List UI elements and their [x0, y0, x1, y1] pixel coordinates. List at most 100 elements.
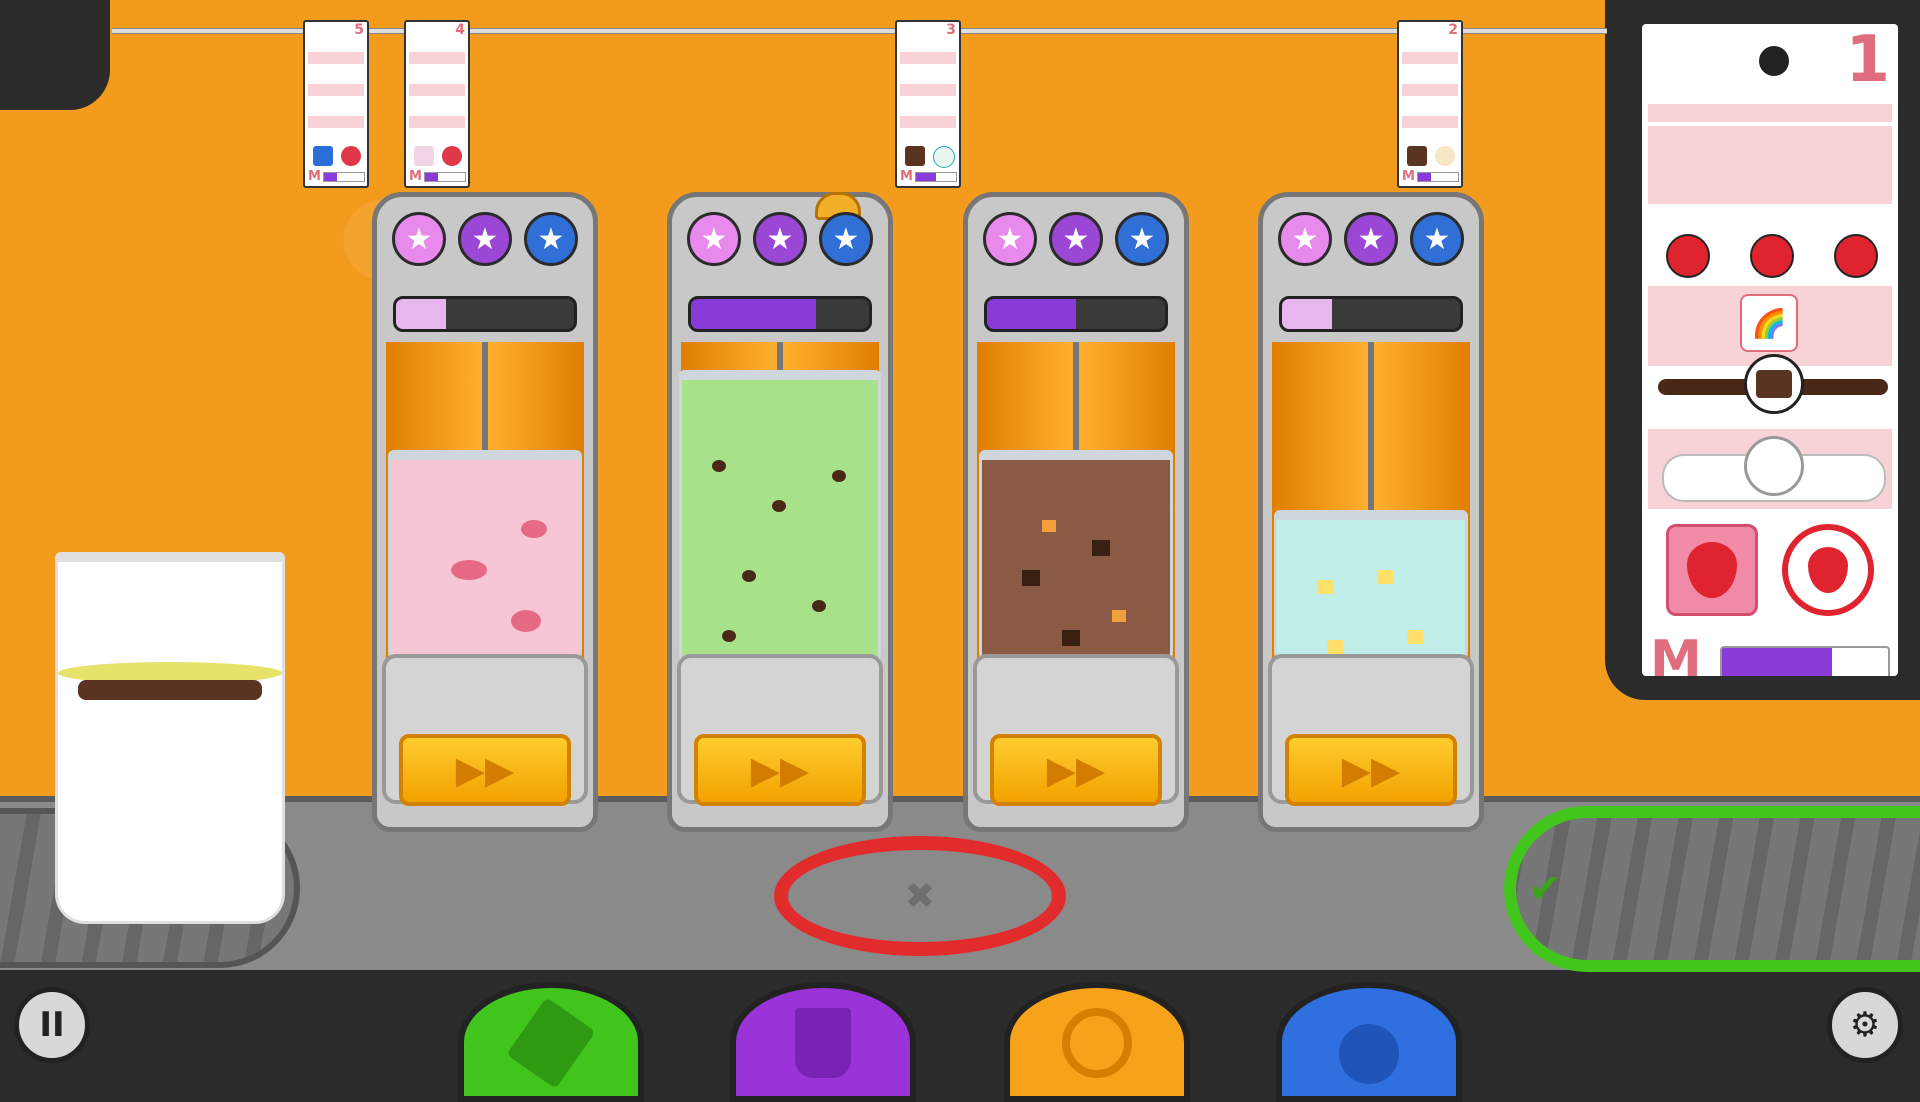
- ticket-band: [1648, 104, 1892, 122]
- blender-1[interactable]: ★ ★ ★ ▶▶: [372, 192, 598, 832]
- ticket-number: 5: [354, 22, 364, 38]
- blend-gauge-fill: [691, 299, 816, 329]
- hanging-ticket[interactable]: 4 M: [404, 20, 470, 188]
- cherry-icon: [1339, 1024, 1399, 1084]
- star-icon: ★: [1115, 212, 1169, 266]
- star-icon: ★: [1410, 212, 1464, 266]
- strawberry-icon: [341, 146, 361, 166]
- size-meter-fill: [1418, 173, 1432, 181]
- tab-order[interactable]: [458, 982, 644, 1102]
- fast-forward-button[interactable]: ▶▶: [990, 734, 1162, 806]
- size-letter: M: [409, 169, 422, 184]
- game-screen: 5 M 4 M 3 M 2 M 1 🌈 M ★ ★ ★ ▶▶ ★ ★ ★ ▶▶ …: [0, 0, 1920, 1102]
- size-letter: M: [900, 169, 913, 184]
- pineapple-chunk: [1317, 580, 1333, 594]
- cookie-chunk: [812, 600, 826, 612]
- cookie-chunk: [722, 630, 736, 642]
- size-meter: [424, 172, 466, 182]
- accept-conveyor[interactable]: ✔: [1504, 806, 1920, 972]
- brownie-icon: [905, 146, 925, 166]
- hanging-ticket[interactable]: 3 M: [895, 20, 961, 188]
- brownie-chunk: [1022, 570, 1040, 586]
- cherry-icon: [1750, 234, 1794, 278]
- star-icon: ★: [458, 212, 512, 266]
- blender-4[interactable]: ★ ★ ★ ▶▶: [1258, 192, 1484, 832]
- rainbow-sprinkles-icon: 🌈: [1740, 294, 1798, 352]
- close-icon: ✖: [904, 875, 936, 917]
- fast-forward-button[interactable]: ▶▶: [694, 734, 866, 806]
- ticket-band: [1648, 126, 1892, 204]
- cookie-chunk: [832, 470, 846, 482]
- pause-button[interactable]: II: [14, 987, 90, 1063]
- pineapple-chunk: [1407, 630, 1423, 644]
- tab-build[interactable]: [730, 982, 916, 1102]
- cookie-chunk: [772, 500, 786, 512]
- fast-forward-button[interactable]: ▶▶: [399, 734, 571, 806]
- size-meter: [915, 172, 957, 182]
- star-icon: ★: [819, 212, 873, 266]
- brownie-chunk: [1062, 630, 1080, 646]
- star-icon: ★: [392, 212, 446, 266]
- ticket-number: 1: [1845, 23, 1890, 97]
- finished-cup[interactable]: [55, 552, 285, 924]
- blend-gauge: [1279, 296, 1463, 332]
- chocolate-bar-icon: [1756, 370, 1792, 398]
- cookie-chunk: [712, 460, 726, 472]
- ticket-hole: [1759, 46, 1789, 76]
- strawberry-shape: [1687, 542, 1737, 598]
- mint-icon: [933, 146, 955, 168]
- star-icon: ★: [983, 212, 1037, 266]
- strawberry-shape: [1808, 547, 1848, 593]
- blend-gauge-fill: [396, 299, 446, 329]
- cherry-icon: [1666, 234, 1710, 278]
- fast-forward-button[interactable]: ▶▶: [1285, 734, 1457, 806]
- settings-button[interactable]: ⚙: [1827, 987, 1903, 1063]
- size-letter: M: [1650, 630, 1702, 680]
- swirl-icon: [1062, 1008, 1132, 1078]
- blend-gauge: [984, 296, 1168, 332]
- size-meter-fill: [916, 173, 936, 181]
- star-icon: ★: [753, 212, 807, 266]
- hanging-ticket[interactable]: 5 M: [303, 20, 369, 188]
- ice-cream-icon: [1435, 146, 1455, 166]
- blend-gauge: [688, 296, 872, 332]
- active-ticket[interactable]: 1 🌈 M: [1638, 20, 1902, 680]
- hanging-ticket[interactable]: 2 M: [1397, 20, 1463, 188]
- mixable-icon: [313, 146, 333, 166]
- brownie-chunk: [1092, 540, 1110, 556]
- blender-2[interactable]: ★ ★ ★ ▶▶: [667, 192, 893, 832]
- size-letter: M: [1402, 169, 1415, 184]
- brownie-layer: [78, 680, 262, 700]
- star-icon: ★: [1344, 212, 1398, 266]
- bottom-bar: [0, 970, 1920, 1080]
- top-left-frame: [0, 0, 110, 110]
- star-icon: ★: [1278, 212, 1332, 266]
- size-meter: [1417, 172, 1459, 182]
- strawberry-icon: [442, 146, 462, 166]
- strawberry-slice-icon: [1782, 524, 1874, 616]
- pineapple-chunk: [1327, 640, 1343, 654]
- ticket-number: 4: [455, 22, 465, 38]
- size-meter-fill: [324, 173, 338, 181]
- tab-mix[interactable]: [1004, 982, 1190, 1102]
- strawberry-piece: [521, 520, 547, 538]
- blend-gauge-fill: [987, 299, 1076, 329]
- caramel-chunk: [1112, 610, 1126, 622]
- strawberry-icon: [1666, 524, 1758, 616]
- star-icon: ★: [524, 212, 578, 266]
- size-meter-fill: [1722, 648, 1832, 676]
- caramel-chunk: [1042, 520, 1056, 532]
- brownie-icon: [1407, 146, 1427, 166]
- strawberry-piece: [511, 610, 541, 632]
- star-icon: ★: [1049, 212, 1103, 266]
- tab-top[interactable]: [1276, 982, 1462, 1102]
- ticket-number: 3: [946, 22, 956, 38]
- blender-3[interactable]: ★ ★ ★ ▶▶: [963, 192, 1189, 832]
- whipped-cream-badge: [1744, 436, 1804, 496]
- strawberry-piece: [451, 560, 487, 580]
- cookie-chunk: [742, 570, 756, 582]
- trash-target[interactable]: ✖: [774, 836, 1066, 956]
- star-icon: ★: [687, 212, 741, 266]
- cup-icon: [795, 1008, 851, 1078]
- size-meter: [323, 172, 365, 182]
